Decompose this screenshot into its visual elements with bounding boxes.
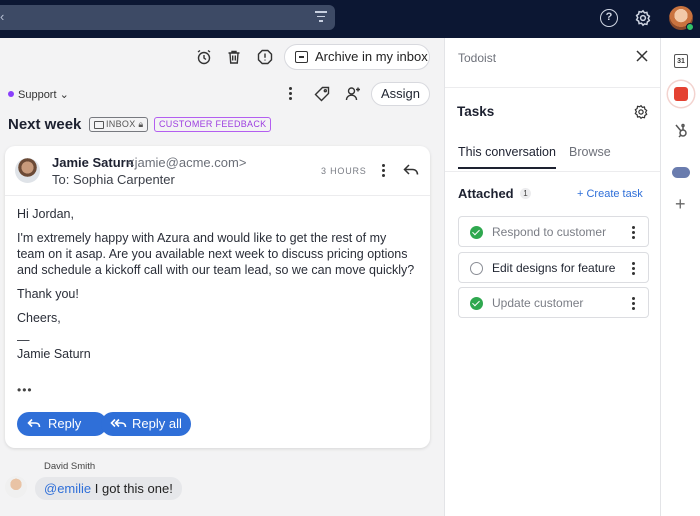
message-more-icon[interactable] [382, 164, 386, 179]
tag-icon[interactable] [314, 86, 330, 102]
signature-dash: — [17, 333, 30, 347]
snooze-alarm-icon[interactable] [196, 49, 212, 65]
email-paragraph: I'm extremely happy with Azura and would… [17, 231, 415, 277]
panel-title: Todoist [458, 51, 497, 65]
team-selector[interactable]: Support ⌄ [8, 88, 69, 101]
calendar-icon[interactable]: 31 [674, 54, 688, 68]
sender-name: Jamie Saturn [52, 155, 134, 170]
message-time: 3 HOURS [321, 166, 367, 176]
tab-browse[interactable]: Browse [569, 145, 611, 159]
task-more-icon[interactable] [632, 297, 636, 312]
more-options-icon[interactable] [289, 87, 293, 102]
email-closing: Cheers, [17, 311, 61, 325]
customer-feedback-tag[interactable]: CUSTOMER FEEDBACK [154, 117, 272, 132]
online-status-icon [686, 23, 694, 31]
panel-tabs: This conversation Browse [445, 138, 661, 172]
team-color-dot [8, 91, 14, 97]
task-label: Respond to customer [492, 225, 607, 239]
archive-box-icon [295, 51, 308, 63]
app-rail: 31 + [660, 38, 700, 516]
user-avatar[interactable] [669, 6, 694, 31]
attached-count-badge: 1 [520, 188, 531, 199]
task-more-icon[interactable] [632, 226, 636, 241]
assign-button[interactable]: Assign [371, 82, 430, 106]
task-checkbox[interactable] [470, 297, 483, 310]
reply-all-icon [110, 418, 127, 428]
email-signature: Jamie Saturn [17, 347, 91, 361]
task-item[interactable]: Respond to customer [458, 216, 649, 247]
conversation-toolbar: Archive in my inbox [0, 38, 444, 76]
email-body: Hi Jordan, I'm extremely happy with Azur… [17, 206, 417, 362]
conversation-meta-bar: Support ⌄ Assign [0, 76, 444, 114]
create-task-link[interactable]: + Create task [577, 188, 643, 200]
reply-all-label: Reply all [132, 416, 182, 431]
todoist-icon[interactable] [668, 81, 694, 107]
task-item[interactable]: Edit designs for feature [458, 252, 649, 283]
email-greeting: Hi Jordan, [17, 207, 74, 221]
task-label: Update customer [492, 296, 584, 310]
comment-mention[interactable]: @emilie [44, 481, 91, 496]
attached-heading: Attached [458, 186, 514, 201]
email-header: Jamie Saturn <jamie@acme.com> To: Sophia… [5, 146, 430, 196]
sender-avatar [15, 158, 40, 183]
task-more-icon[interactable] [632, 262, 636, 277]
comment-text: I got this one! [91, 481, 173, 496]
inbox-tag-label: INBOX [106, 119, 136, 129]
trash-icon[interactable] [226, 49, 242, 65]
task-checkbox[interactable] [470, 226, 483, 239]
help-icon[interactable]: ? [600, 9, 618, 27]
tasks-heading: Tasks [457, 104, 495, 119]
close-icon[interactable] [635, 49, 649, 63]
top-bar: ‹ ? [0, 0, 700, 38]
task-label: Edit designs for feature [492, 261, 616, 275]
reply-arrow-icon[interactable] [403, 163, 419, 177]
add-participant-icon[interactable] [345, 86, 361, 102]
search-bar[interactable]: ‹ [0, 5, 335, 30]
reply-button[interactable]: Reply [17, 412, 107, 436]
conversation-pane: Archive in my inbox Support ⌄ Assign Nex… [0, 38, 444, 516]
tab-this-conversation[interactable]: This conversation [458, 145, 556, 169]
archive-button[interactable]: Archive in my inbox [284, 44, 430, 70]
recipient-line: To: Sophia Carpenter [52, 172, 175, 187]
archive-label: Archive in my inbox [315, 49, 428, 64]
filter-icon[interactable] [315, 11, 327, 25]
comment-bubble: @emilie I got this one! [35, 477, 182, 500]
sender-email: <jamie@acme.com> [127, 155, 247, 170]
hubspot-icon[interactable] [673, 123, 689, 139]
reply-icon [27, 418, 41, 428]
chevron-left-icon: ‹ [0, 9, 5, 24]
comment-author: David Smith [44, 461, 96, 472]
email-message: Jamie Saturn <jamie@acme.com> To: Sophia… [5, 146, 430, 448]
comment-avatar [5, 476, 27, 498]
task-item[interactable]: Update customer [458, 287, 649, 318]
show-quoted-text[interactable]: ••• [17, 383, 33, 397]
add-app-icon[interactable]: + [675, 194, 686, 215]
task-checkbox[interactable] [470, 262, 483, 275]
lock-icon: 🔒︎ [138, 119, 144, 129]
inbox-tag[interactable]: INBOX 🔒︎ [89, 117, 149, 132]
gear-icon[interactable] [634, 9, 652, 27]
task-settings-icon[interactable] [633, 104, 649, 120]
email-thanks: Thank you! [17, 287, 79, 301]
reply-all-button[interactable]: Reply all [101, 412, 191, 436]
panel-header: Todoist [445, 38, 661, 88]
reply-label: Reply [48, 416, 82, 431]
spam-alert-icon[interactable] [257, 49, 273, 65]
chevron-down-icon: ⌄ [59, 89, 69, 101]
salesforce-cloud-icon[interactable] [672, 167, 690, 178]
conversation-subject: Next week [8, 116, 82, 133]
team-label: Support [18, 89, 57, 101]
todoist-panel: Todoist Tasks This conversation Browse A… [444, 38, 661, 516]
